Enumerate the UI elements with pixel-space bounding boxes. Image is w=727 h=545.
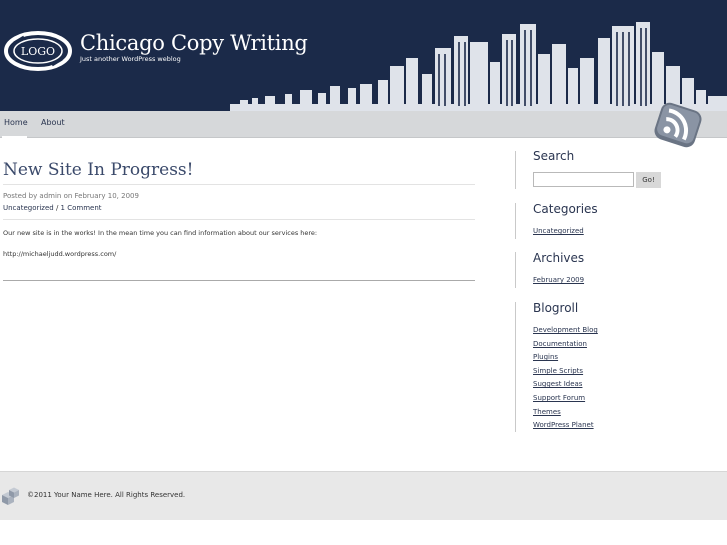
archive-link-feb-2009[interactable]: February 2009 <box>533 276 584 284</box>
sidebar-divider <box>515 252 516 288</box>
post-body: Our new site is in the works! In the mea… <box>3 229 318 237</box>
search-heading: Search <box>533 149 575 163</box>
blogroll-link[interactable]: Development Blog <box>533 326 598 334</box>
footer-copyright: ©2011 Your Name Here. All Rights Reserve… <box>27 491 186 499</box>
logo-icon[interactable]: LOGO <box>4 31 72 71</box>
category-link-uncategorized[interactable]: Uncategorized <box>533 227 584 235</box>
nav-item-about[interactable]: About <box>41 118 65 127</box>
site-footer: ©2011 Your Name Here. All Rights Reserve… <box>0 471 727 520</box>
comments-link[interactable]: 1 Comment <box>61 204 102 212</box>
blogroll-link[interactable]: WordPress Planet <box>533 421 594 429</box>
divider <box>3 184 475 185</box>
logo-text: LOGO <box>21 45 55 58</box>
nav-bar: Home About <box>0 111 727 139</box>
search-go-button[interactable]: Go! <box>636 172 661 188</box>
blogroll-link[interactable]: Suggest Ideas <box>533 380 582 388</box>
categories-heading: Categories <box>533 202 598 216</box>
site-header: LOGO Chicago Copy Writing Just another W… <box>0 0 727 111</box>
search-input[interactable] <box>533 172 634 187</box>
footer-cube-icon <box>2 487 19 505</box>
category-separator: / <box>53 204 61 212</box>
skyline-illustration <box>230 22 727 111</box>
post-title[interactable]: New Site In Progress! <box>3 160 194 180</box>
post-url-text: http://michaeljudd.wordpress.com/ <box>3 250 117 258</box>
rss-icon[interactable] <box>652 100 704 150</box>
nav-item-home[interactable]: Home <box>4 118 28 127</box>
archives-heading: Archives <box>533 251 585 265</box>
sidebar-divider <box>515 151 516 189</box>
blogroll-link[interactable]: Support Forum <box>533 394 585 402</box>
post-meta: Posted by admin on February 10, 2009 <box>3 192 139 200</box>
post-end-divider <box>3 280 475 281</box>
category-link[interactable]: Uncategorized <box>3 204 54 212</box>
site-tagline: Just another WordPress weblog <box>80 55 181 63</box>
post-categories: Uncategorized / 1 Comment <box>3 204 102 212</box>
blogroll-link[interactable]: Themes <box>533 408 561 416</box>
blogroll-link[interactable]: Documentation <box>533 340 587 348</box>
divider <box>3 219 475 220</box>
nav-active-indicator <box>2 136 27 139</box>
sidebar-divider <box>515 203 516 239</box>
blogroll-heading: Blogroll <box>533 301 579 315</box>
blogroll-link[interactable]: Plugins <box>533 353 558 361</box>
blogroll-link[interactable]: Simple Scripts <box>533 367 583 375</box>
sidebar-divider <box>515 302 516 432</box>
